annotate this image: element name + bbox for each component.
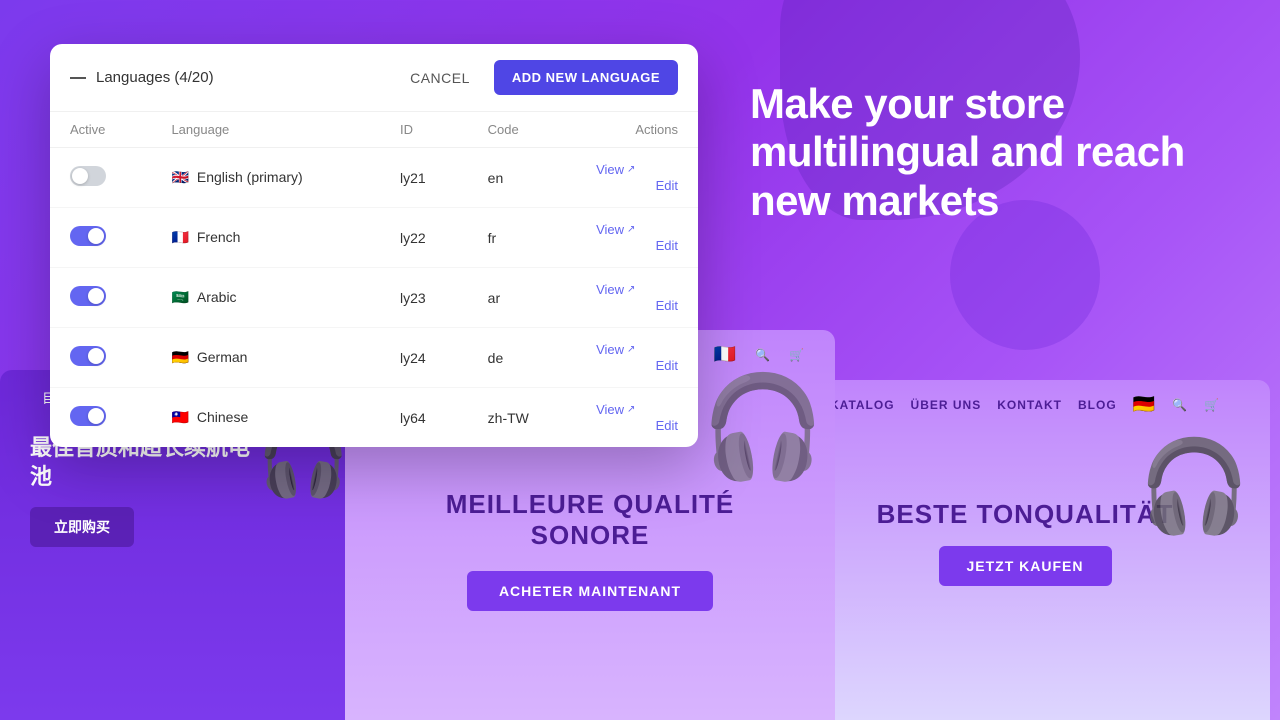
edit-link-zh-TW[interactable]: Edit (656, 418, 678, 433)
language-id-en: ly21 (380, 148, 468, 208)
languages-table: Active Language ID Code Actions 🇬🇧Englis… (50, 112, 698, 447)
col-id: ID (380, 112, 468, 148)
cancel-button[interactable]: CANCEL (394, 62, 486, 94)
table-row: 🇸🇦Arabicly23ar View ↗ Edit (50, 268, 698, 328)
language-code-zh-TW: zh-TW (468, 388, 576, 448)
table-row: 🇬🇧English (primary)ly21en View ↗ Edit (50, 148, 698, 208)
language-code-ar: ar (468, 268, 576, 328)
fr-search-icon[interactable]: 🔍 (755, 348, 771, 362)
col-active: Active (50, 112, 151, 148)
language-id-zh-TW: ly64 (380, 388, 468, 448)
actions-cell-ar: View ↗ Edit (576, 268, 698, 328)
de-nav-about[interactable]: ÜBER UNS (911, 398, 982, 412)
edit-link-de[interactable]: Edit (656, 358, 678, 373)
de-nav-bar: KATALOG ÜBER UNS KONTAKT BLOG 🇩🇪 🔍 🛒 (780, 380, 1270, 429)
modal-title: Languages (4/20) (96, 69, 214, 86)
actions-cell-de: View ↗ Edit (576, 328, 698, 388)
col-code: Code (468, 112, 576, 148)
view-link-ar[interactable]: View ↗ (596, 282, 666, 297)
fr-cart-icon[interactable]: 🛒 (789, 348, 805, 362)
lang-flag-en: 🇬🇧 (171, 169, 188, 185)
fr-hero-title: MEILLEURE QUALITÉ SONORE (385, 489, 795, 551)
headline-line2: multilingual and reach (750, 128, 1185, 175)
col-actions: Actions (576, 112, 698, 148)
store-preview-german: KATALOG ÜBER UNS KONTAKT BLOG 🇩🇪 🔍 🛒 🎧 B… (780, 380, 1270, 720)
language-name-de: 🇩🇪German (151, 328, 380, 388)
headline: Make your store multilingual and reach n… (750, 80, 1240, 225)
fr-flag: 🇫🇷 (714, 344, 737, 365)
de-cart-icon[interactable]: 🛒 (1204, 398, 1220, 412)
edit-link-en[interactable]: Edit (656, 178, 678, 193)
language-name-ar: 🇸🇦Arabic (151, 268, 380, 328)
toggle-cell-3 (50, 328, 151, 388)
lang-flag-de: 🇩🇪 (171, 349, 188, 365)
language-name-fr: 🇫🇷French (151, 208, 380, 268)
headline-line3: new markets (750, 177, 999, 224)
de-cta-button[interactable]: JETZT KAUFEN (939, 546, 1112, 586)
modal-actions: CANCEL ADD NEW LANGUAGE (394, 60, 678, 95)
table-header-row: Active Language ID Code Actions (50, 112, 698, 148)
lang-flag-zh-TW: 🇹🇼 (171, 409, 188, 425)
language-id-de: ly24 (380, 328, 468, 388)
table-row: 🇩🇪Germanly24de View ↗ Edit (50, 328, 698, 388)
fr-cta-button[interactable]: ACHETER MAINTENANT (467, 571, 713, 611)
toggle-cell-1 (50, 208, 151, 268)
language-toggle-fr[interactable] (70, 226, 106, 246)
de-nav-blog[interactable]: BLOG (1078, 398, 1117, 412)
col-language: Language (151, 112, 380, 148)
toggle-cell-2 (50, 268, 151, 328)
de-hero: 🎧 BESTE TONQUALITÄT JETZT KAUFEN (780, 429, 1270, 669)
table-row: 🇫🇷Frenchly22fr View ↗ Edit (50, 208, 698, 268)
language-toggle-en[interactable] (70, 166, 106, 186)
de-search-icon[interactable]: 🔍 (1172, 398, 1188, 412)
de-nav-katalog[interactable]: KATALOG (830, 398, 895, 412)
headline-line1: Make your store (750, 80, 1065, 127)
de-flag: 🇩🇪 (1133, 394, 1156, 415)
lang-flag-fr: 🇫🇷 (171, 229, 188, 245)
view-link-zh-TW[interactable]: View ↗ (596, 402, 666, 417)
actions-cell-zh-TW: View ↗ Edit (576, 388, 698, 448)
modal-title-section: Languages (4/20) (70, 69, 214, 86)
modal-header: Languages (4/20) CANCEL ADD NEW LANGUAGE (50, 44, 698, 112)
language-name-zh-TW: 🇹🇼Chinese (151, 388, 380, 448)
de-airpods-illustration: 🎧 (1138, 434, 1250, 539)
languages-modal: Languages (4/20) CANCEL ADD NEW LANGUAGE… (50, 44, 698, 447)
toggle-cell-4 (50, 388, 151, 448)
view-link-en[interactable]: View ↗ (596, 162, 666, 177)
zh-cta-button[interactable]: 立即购买 (30, 507, 134, 547)
language-toggle-de[interactable] (70, 346, 106, 366)
table-row: 🇹🇼Chinesely64zh-TW View ↗ Edit (50, 388, 698, 448)
language-toggle-zh-TW[interactable] (70, 406, 106, 426)
view-link-de[interactable]: View ↗ (596, 342, 666, 357)
language-id-ar: ly23 (380, 268, 468, 328)
edit-link-fr[interactable]: Edit (656, 238, 678, 253)
language-code-fr: fr (468, 208, 576, 268)
de-nav-contact[interactable]: KONTAKT (997, 398, 1062, 412)
language-code-de: de (468, 328, 576, 388)
toggle-cell-0 (50, 148, 151, 208)
modal-dash-icon (70, 77, 86, 79)
page-layout: Languages (4/20) CANCEL ADD NEW LANGUAGE… (0, 0, 1280, 720)
fr-airpods-illustration: 🎧 (700, 369, 825, 486)
actions-cell-fr: View ↗ Edit (576, 208, 698, 268)
view-link-fr[interactable]: View ↗ (596, 222, 666, 237)
language-name-en: 🇬🇧English (primary) (151, 148, 380, 208)
language-code-en: en (468, 148, 576, 208)
lang-flag-ar: 🇸🇦 (171, 289, 188, 305)
actions-cell-en: View ↗ Edit (576, 148, 698, 208)
add-language-button[interactable]: ADD NEW LANGUAGE (494, 60, 678, 95)
edit-link-ar[interactable]: Edit (656, 298, 678, 313)
language-toggle-ar[interactable] (70, 286, 106, 306)
language-id-fr: ly22 (380, 208, 468, 268)
